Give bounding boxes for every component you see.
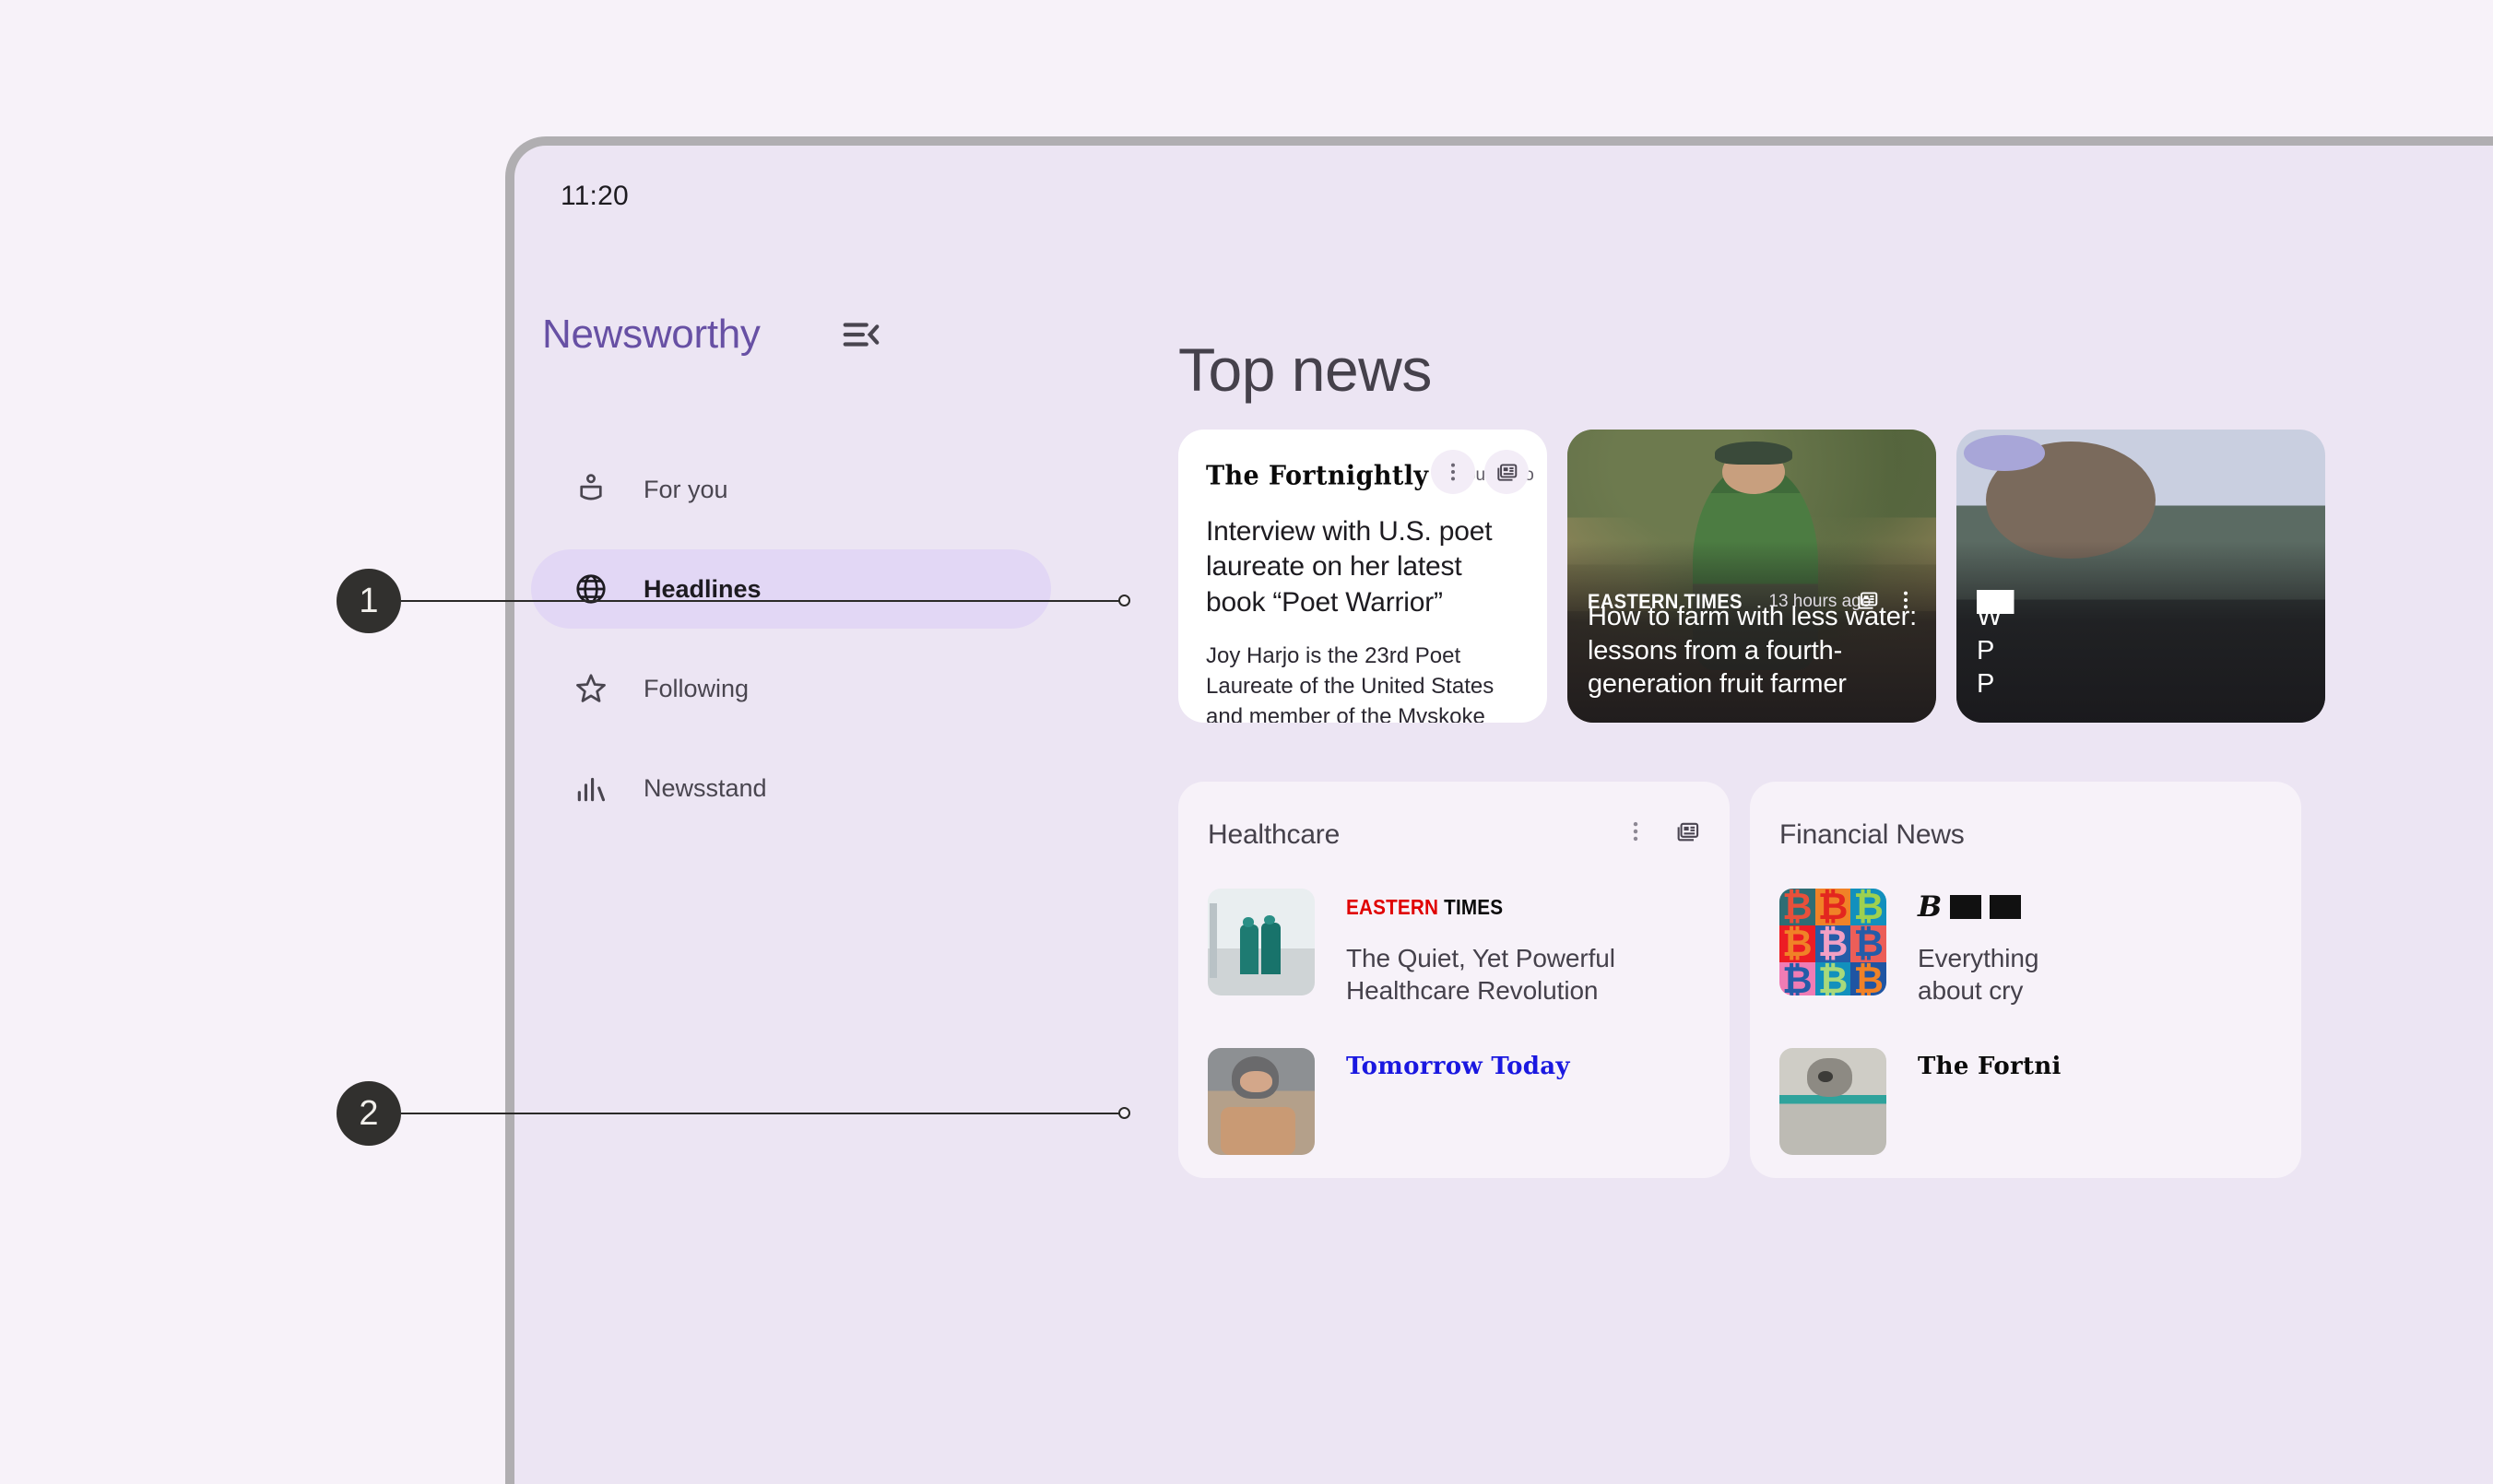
news-card-icon[interactable] (1674, 819, 1700, 844)
story-body: The Fortni (1918, 1048, 2222, 1155)
btc-cell-8: ₿ (1814, 962, 1851, 995)
source-logo-b-blocks: B (1918, 890, 2022, 924)
sidebar-nav-list: For you Headlines Following Newsstand (531, 450, 1051, 848)
btc-cell-1: ₿ (1779, 889, 1815, 925)
source-logo-times: TIMES (1444, 894, 1504, 919)
news-card-icon[interactable] (1484, 450, 1529, 494)
news-card-photo-partial[interactable]: W P P (1956, 430, 2325, 723)
btc-cell-5: ₿ (1814, 925, 1851, 962)
sidebar-item-following[interactable]: Following (531, 649, 1051, 728)
callout-1: 1 (337, 569, 1130, 633)
redacted-block (1950, 895, 1982, 919)
callout-anchor-dot (1118, 595, 1130, 607)
section-title: Financial News (1779, 819, 1965, 850)
list-item[interactable]: The Fortni (1779, 1047, 2272, 1155)
sidebar-item-label: For you (644, 475, 728, 503)
card-action-buttons (1431, 450, 1529, 494)
sidebar-item-label: Headlines (644, 574, 762, 603)
section-title: Healthcare (1208, 819, 1341, 850)
app-header: Newsworthy (542, 312, 882, 358)
story-body: EASTERN TIMES The Quiet, Yet Powerful He… (1346, 889, 1650, 1007)
card-headline: How to farm with less water: lessons fro… (1588, 602, 1917, 699)
btc-cell-9: ₿ (1850, 962, 1886, 995)
status-bar-time: 11:20 (561, 181, 629, 211)
story-title: Everything about cry (1918, 944, 2039, 1006)
page-title: Top news (1178, 336, 1432, 404)
section-card-healthcare: Healthcare EASTERN TIMES The Quiet, Yet … (1178, 782, 1730, 1178)
callout-number: 2 (337, 1081, 401, 1146)
source-logo-eastern: EASTERN (1346, 894, 1439, 919)
story-thumbnail (1779, 1047, 1886, 1155)
more-vert-icon[interactable] (1431, 450, 1475, 494)
source-logo-tomorrow-today: Tomorrow Today (1346, 1052, 1570, 1080)
bar-chart-icon (573, 771, 608, 806)
story-thumbnail (1208, 1047, 1315, 1155)
app-title: Newsworthy (542, 312, 761, 357)
callout-2: 2 (337, 1081, 1130, 1146)
btc-cell-2: ₿ (1814, 889, 1851, 925)
btc-cell-6: ₿ (1850, 925, 1886, 962)
device-frame: 11:20 Newsworthy For you Headlines Follo… (505, 136, 2493, 1484)
person-reading-icon (573, 472, 608, 507)
section-card-financial-news: Financial News ₿ ₿ ₿ ₿ ₿ ₿ ₿ ₿ ₿ B Every… (1750, 782, 2301, 1178)
device-screen: 11:20 Newsworthy For you Headlines Follo… (514, 146, 2493, 1484)
sidebar-item-newsstand[interactable]: Newsstand (531, 748, 1051, 828)
story-source: The Fortni (1918, 1052, 2222, 1081)
story-title: The Quiet, Yet Powerful Healthcare Revol… (1346, 944, 1615, 1006)
story-source: B (1918, 890, 2222, 924)
redacted-block (1990, 895, 2022, 919)
navigation-sidebar: Newsworthy For you Headlines Following N… (514, 238, 1068, 1484)
sidebar-item-for-you[interactable]: For you (531, 450, 1051, 529)
btc-cell-3: ₿ (1850, 889, 1886, 925)
callout-leader-line (401, 600, 1125, 602)
list-item[interactable]: EASTERN TIMES The Quiet, Yet Powerful He… (1208, 889, 1700, 1007)
btc-cell-7: ₿ (1779, 962, 1815, 995)
news-card-photo[interactable]: EASTERN TIMES 13 hours ago How to farm w… (1567, 430, 1936, 723)
top-news-carousel: The Fortnightly 2 hours ago (1178, 430, 2325, 723)
btc-grid: ₿ ₿ ₿ ₿ ₿ ₿ ₿ ₿ ₿ (1779, 889, 1886, 995)
story-source: EASTERN TIMES (1346, 892, 1650, 922)
more-vert-icon[interactable] (1623, 819, 1648, 844)
main-content: Top news The Fortnightly 2 hours ago (1068, 238, 2493, 1484)
news-card-text[interactable]: The Fortnightly 2 hours ago (1178, 430, 1547, 723)
section-action-buttons (1623, 819, 1700, 844)
card-headline: Interview with U.S. poet laureate on her… (1206, 516, 1493, 618)
card-snippet: Joy Harjo is the 23rd Poet Laureate of t… (1206, 643, 1495, 723)
callout-leader-line (401, 1113, 1125, 1114)
topic-sections: Healthcare EASTERN TIMES The Quiet, Yet … (1178, 782, 2301, 1178)
story-body: Tomorrow Today (1346, 1048, 1650, 1155)
bitcoin-pop-art-thumbnail: ₿ ₿ ₿ ₿ ₿ ₿ ₿ ₿ ₿ (1779, 889, 1886, 995)
list-item[interactable]: Tomorrow Today (1208, 1047, 1700, 1155)
story-body: B Everything about cry (1918, 889, 2222, 1007)
card-headline: W P P (1977, 602, 2003, 699)
btc-cell-4: ₿ (1779, 925, 1815, 962)
source-logo-b: B (1918, 890, 1943, 924)
sidebar-item-label: Following (644, 674, 750, 702)
source-logo-eastern-times: EASTERN TIMES (1346, 895, 1503, 920)
list-item[interactable]: ₿ ₿ ₿ ₿ ₿ ₿ ₿ ₿ ₿ B Everything about cry (1779, 889, 2272, 1007)
source-logo-fortnightly: The Fortni (1918, 1052, 2062, 1080)
story-source: Tomorrow Today (1346, 1052, 1650, 1081)
callout-number: 1 (337, 569, 401, 633)
callout-anchor-dot (1118, 1107, 1130, 1119)
section-header: Financial News (1779, 815, 2272, 855)
sidebar-item-headlines[interactable]: Headlines (531, 549, 1051, 629)
screenshot-root: 11:20 Newsworthy For you Headlines Follo… (0, 0, 2493, 1484)
menu-open-icon[interactable] (840, 313, 882, 356)
star-outline-icon (573, 671, 608, 706)
source-logo-fortnightly: The Fortnightly (1206, 460, 1429, 491)
sidebar-item-label: Newsstand (644, 773, 767, 802)
story-thumbnail (1208, 889, 1315, 995)
